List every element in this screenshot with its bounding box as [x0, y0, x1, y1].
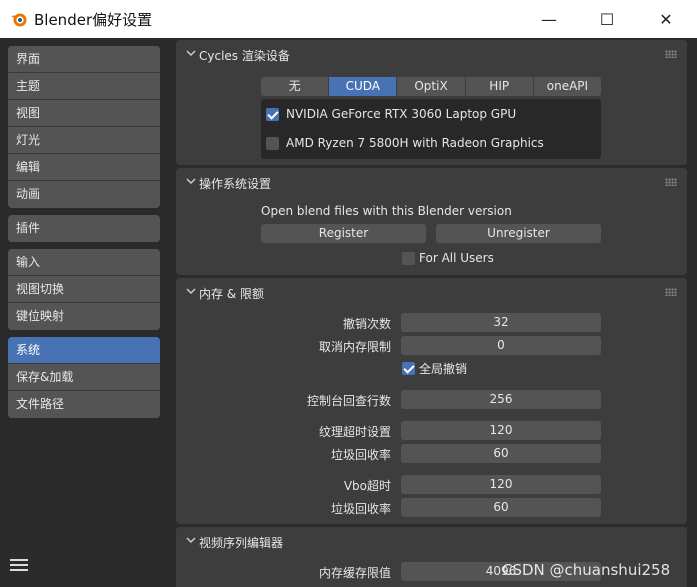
- os-settings-panel: 操作系统设置 Open blend files with this Blende…: [176, 168, 687, 275]
- sidebar-item-animation[interactable]: 动画: [8, 181, 160, 208]
- cycles-panel-header[interactable]: Cycles 渲染设备: [176, 40, 687, 68]
- sidebar-item-input[interactable]: 输入: [8, 249, 160, 276]
- texture-gc-field[interactable]: 60: [401, 444, 601, 463]
- panel-title: Cycles 渲染设备: [199, 49, 290, 63]
- nav-group-general: 界面 主题 视图 灯光 编辑 动画: [8, 46, 160, 208]
- maximize-icon: ☐: [599, 9, 615, 29]
- for-all-users-checkbox[interactable]: [402, 251, 415, 265]
- undo-memory-field[interactable]: 0: [401, 336, 601, 355]
- maximize-button[interactable]: ☐: [578, 0, 636, 38]
- device-nvidia-row[interactable]: NVIDIA GeForce RTX 3060 Laptop GPU: [266, 104, 516, 124]
- os-settings-panel-header[interactable]: 操作系统设置: [176, 168, 687, 196]
- sequencer-panel-header[interactable]: 视频序列编辑器: [176, 527, 687, 555]
- memory-panel: 内存 & 限额 撤销次数 32 取消内存限制 0 全局撤销 控制台回查行数 25…: [176, 278, 687, 524]
- watermark: CSDN @chuanshui258: [502, 561, 671, 579]
- minimize-icon: —: [541, 9, 557, 29]
- drag-grip-icon[interactable]: [665, 50, 677, 58]
- sidebar-item-lights[interactable]: 灯光: [8, 127, 160, 154]
- nav-group-input: 输入 视图切换 键位映射: [8, 249, 160, 330]
- texture-timeout-row: 纹理超时设置 120: [176, 421, 687, 440]
- console-scrollback-field[interactable]: 256: [401, 390, 601, 409]
- texture-gc-row: 垃圾回收率 60: [176, 444, 687, 463]
- unregister-button[interactable]: Unregister: [436, 224, 601, 243]
- for-all-users-row[interactable]: For All Users: [402, 248, 494, 268]
- sidebar: 界面 主题 视图 灯光 编辑 动画 插件 输入 视图切换 键位映射 系统 保存&…: [0, 38, 168, 587]
- global-undo-row[interactable]: 全局撤销: [402, 358, 467, 378]
- console-scrollback-row: 控制台回查行数 256: [176, 390, 687, 409]
- open-blend-files-label: Open blend files with this Blender versi…: [261, 204, 512, 218]
- chevron-down-icon: [186, 50, 196, 57]
- device-nvidia-label: NVIDIA GeForce RTX 3060 Laptop GPU: [286, 107, 517, 121]
- panel-title: 操作系统设置: [199, 177, 272, 191]
- tab-optix[interactable]: OptiX: [397, 77, 466, 96]
- undo-steps-label: 撤销次数: [342, 317, 391, 331]
- register-button[interactable]: Register: [261, 224, 426, 243]
- minimize-button[interactable]: —: [520, 0, 578, 38]
- chevron-down-icon: [186, 178, 196, 185]
- tab-hip[interactable]: HIP: [465, 77, 534, 96]
- nav-group-addons: 插件: [8, 215, 160, 242]
- undo-memory-label: 取消内存限制: [318, 340, 391, 354]
- sidebar-item-keymap[interactable]: 键位映射: [8, 303, 160, 330]
- preferences-content: Cycles 渲染设备 无 CUDA OptiX HIP oneAPI NVID…: [176, 38, 689, 587]
- panel-title: 内存 & 限额: [199, 287, 264, 301]
- window-title: Blender偏好设置: [34, 11, 153, 29]
- chevron-down-icon: [186, 537, 196, 544]
- global-undo-label: 全局撤销: [419, 361, 468, 376]
- for-all-users-label: For All Users: [419, 251, 494, 265]
- cycles-panel: Cycles 渲染设备 无 CUDA OptiX HIP oneAPI NVID…: [176, 40, 687, 165]
- device-nvidia-checkbox[interactable]: [266, 107, 279, 121]
- chevron-down-icon: [186, 288, 196, 295]
- drag-grip-icon[interactable]: [665, 178, 677, 186]
- texture-timeout-field[interactable]: 120: [401, 421, 601, 440]
- vbo-gc-label: 垃圾回收率: [330, 502, 391, 516]
- blender-logo-icon: [11, 13, 27, 27]
- tab-oneapi[interactable]: oneAPI: [533, 77, 601, 96]
- sidebar-item-editing[interactable]: 编辑: [8, 154, 160, 181]
- device-amd-label: AMD Ryzen 7 5800H with Radeon Graphics: [286, 136, 544, 150]
- panel-title: 视频序列编辑器: [199, 536, 284, 550]
- drag-grip-icon[interactable]: [665, 288, 677, 296]
- close-icon: ✕: [659, 9, 673, 29]
- tab-none[interactable]: 无: [261, 77, 330, 96]
- sidebar-item-save-load[interactable]: 保存&加载: [8, 364, 160, 391]
- device-amd-row[interactable]: AMD Ryzen 7 5800H with Radeon Graphics: [266, 133, 544, 153]
- nav-group-system: 系统 保存&加载 文件路径: [8, 337, 160, 418]
- texture-timeout-label: 纹理超时设置: [318, 425, 391, 439]
- sidebar-item-system[interactable]: 系统: [8, 337, 160, 364]
- cache-limit-label: 内存缓存限值: [318, 566, 391, 580]
- tab-cuda[interactable]: CUDA: [329, 77, 398, 96]
- hamburger-menu-icon[interactable]: [10, 556, 28, 574]
- undo-steps-row: 撤销次数 32: [176, 313, 687, 332]
- vbo-timeout-label: Vbo超时: [343, 479, 391, 493]
- undo-steps-field[interactable]: 32: [401, 313, 601, 332]
- global-undo-checkbox[interactable]: [402, 361, 415, 375]
- vbo-timeout-row: Vbo超时 120: [176, 475, 687, 494]
- undo-memory-row: 取消内存限制 0: [176, 336, 687, 355]
- sidebar-item-navigation[interactable]: 视图切换: [8, 276, 160, 303]
- vbo-timeout-field[interactable]: 120: [401, 475, 601, 494]
- sidebar-item-file-paths[interactable]: 文件路径: [8, 391, 160, 418]
- memory-panel-header[interactable]: 内存 & 限额: [176, 278, 687, 306]
- sidebar-item-interface[interactable]: 界面: [8, 46, 160, 73]
- console-scrollback-label: 控制台回查行数: [306, 394, 391, 408]
- device-list: NVIDIA GeForce RTX 3060 Laptop GPU AMD R…: [261, 99, 601, 159]
- vbo-gc-field[interactable]: 60: [401, 498, 601, 517]
- title-bar: Blender偏好设置 — ☐ ✕: [0, 0, 697, 38]
- sidebar-item-viewport[interactable]: 视图: [8, 100, 160, 127]
- texture-gc-label: 垃圾回收率: [330, 448, 391, 462]
- device-amd-checkbox[interactable]: [266, 136, 279, 150]
- vbo-gc-row: 垃圾回收率 60: [176, 498, 687, 517]
- close-button[interactable]: ✕: [637, 0, 695, 38]
- device-type-tabs: 无 CUDA OptiX HIP oneAPI: [261, 77, 601, 96]
- main-area: 界面 主题 视图 灯光 编辑 动画 插件 输入 视图切换 键位映射 系统 保存&…: [0, 38, 697, 587]
- sidebar-item-themes[interactable]: 主题: [8, 73, 160, 100]
- sidebar-item-addons[interactable]: 插件: [8, 215, 160, 242]
